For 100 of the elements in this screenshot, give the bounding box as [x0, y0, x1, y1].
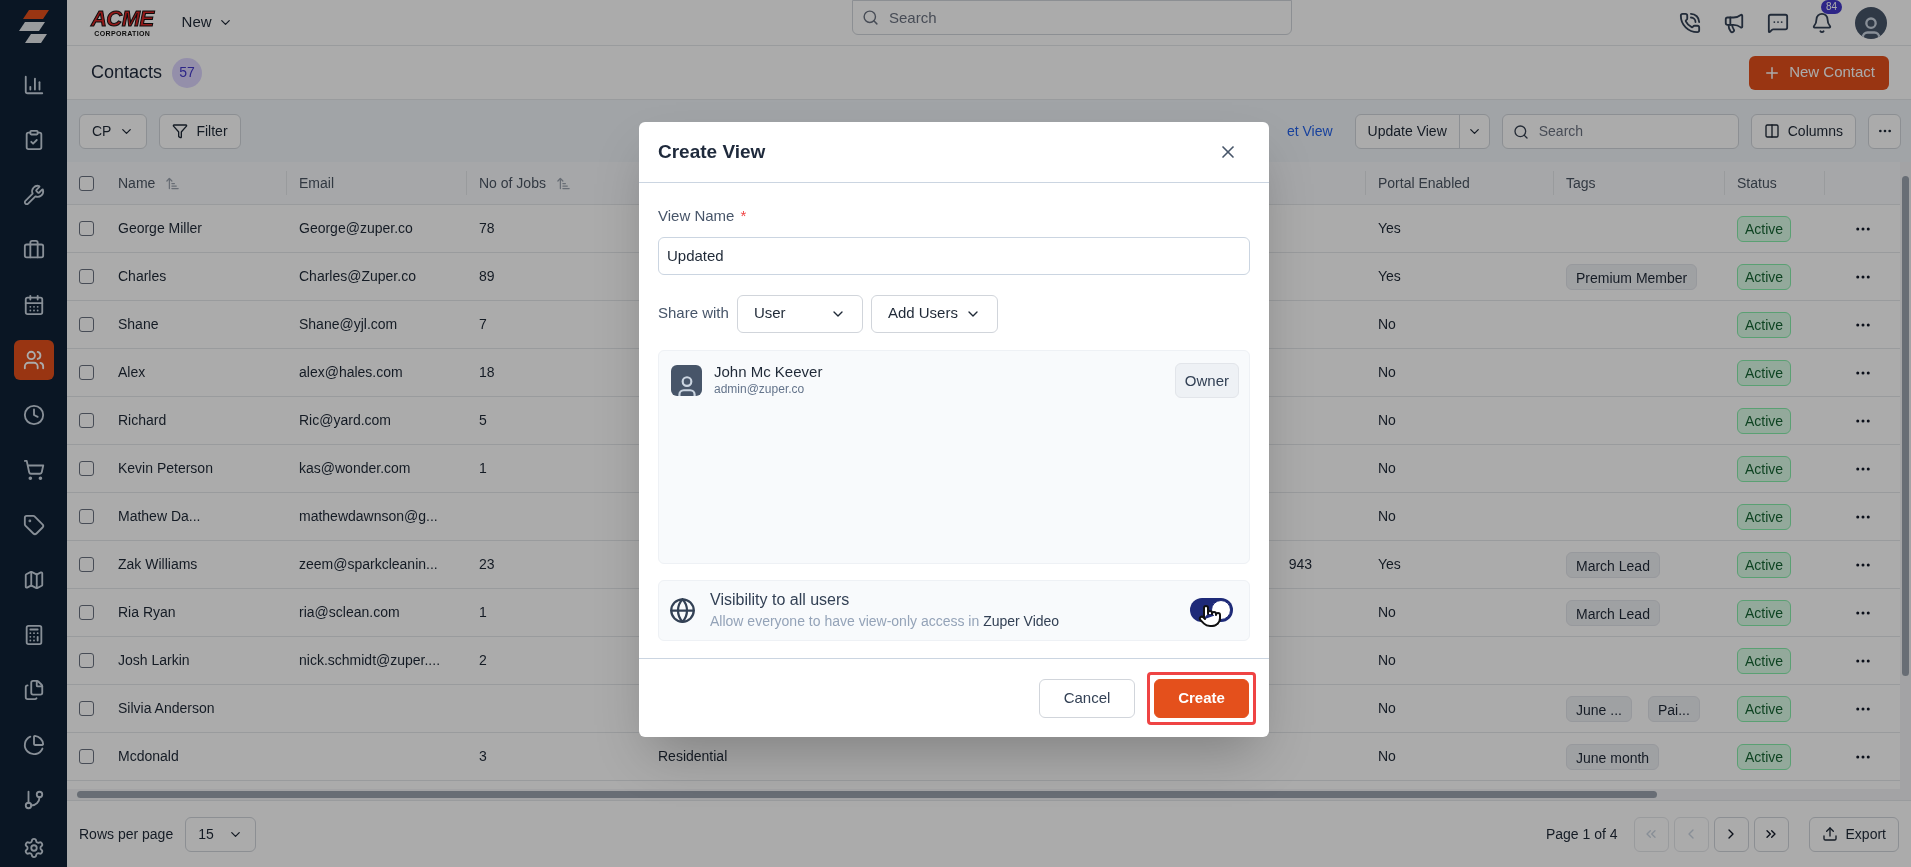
- table-cell: No: [1378, 748, 1396, 764]
- table-cell: Richard: [118, 412, 167, 428]
- checkbox[interactable]: [79, 605, 94, 620]
- add-users-select[interactable]: Add Users: [870, 294, 998, 333]
- table-cell: 7: [479, 316, 487, 332]
- table-cell: 1: [479, 460, 487, 476]
- table-cell: Zak Williams: [118, 556, 198, 572]
- chat-icon[interactable]: [1767, 11, 1789, 34]
- checkbox[interactable]: [79, 365, 94, 380]
- checkbox[interactable]: [79, 413, 94, 428]
- table-cell: 3: [479, 748, 487, 764]
- status-badge: Active: [1737, 503, 1792, 530]
- search-field[interactable]: Search: [852, 0, 1292, 35]
- table-cell: Residential: [658, 748, 728, 764]
- clock-icon: [22, 404, 45, 426]
- megaphone-icon[interactable]: [1723, 11, 1745, 34]
- filter-button[interactable]: Filter: [159, 113, 241, 149]
- tag-chip: Premium Member: [1566, 263, 1698, 290]
- table-cell: kas@wonder.com: [299, 460, 411, 476]
- view-select[interactable]: CP: [79, 113, 148, 149]
- column-header[interactable]: Status: [1737, 172, 1777, 194]
- table-cell: nick.schmidt@zuper....: [299, 652, 441, 668]
- role-badge: Owner: [1174, 362, 1239, 398]
- share-with-label: Share with: [658, 303, 729, 324]
- user-name: John Mc Keever: [714, 363, 823, 382]
- table-cell: No: [1378, 652, 1396, 668]
- notification-count: 84: [1821, 0, 1843, 14]
- visibility-title: Visibility to all users: [710, 589, 851, 610]
- avatar[interactable]: [1855, 6, 1887, 39]
- checkbox[interactable]: [79, 175, 94, 191]
- status-badge: Active: [1737, 695, 1792, 722]
- settings-icon[interactable]: [22, 837, 45, 859]
- pie-chart-icon: [22, 734, 45, 756]
- table-cell: No: [1378, 604, 1396, 620]
- table-cell: Ric@yard.com: [299, 412, 391, 428]
- rows-per-page-select[interactable]: 15: [185, 816, 256, 852]
- horizontal-scrollbar[interactable]: [67, 789, 1900, 800]
- table-cell: 2: [479, 652, 487, 668]
- vertical-scrollbar[interactable]: [1900, 162, 1911, 800]
- table-cell: Yes: [1378, 268, 1401, 284]
- branch-icon: [22, 789, 45, 811]
- table-cell: mathewdawnson@g...: [299, 508, 438, 524]
- table-cell: Shane: [118, 316, 159, 332]
- status-badge: Active: [1737, 743, 1792, 770]
- sidebar-item[interactable]: [13, 340, 54, 380]
- table-cell: Alex: [118, 364, 146, 380]
- table-cell: 23: [479, 556, 495, 572]
- column-header[interactable]: Email: [299, 172, 334, 194]
- checkbox[interactable]: [79, 653, 94, 668]
- status-badge: Active: [1737, 407, 1792, 434]
- new-menu[interactable]: New: [181, 11, 233, 34]
- table-cell: 18: [479, 364, 495, 380]
- export-button[interactable]: Export: [1808, 816, 1899, 852]
- tag-chip: June month: [1566, 743, 1660, 770]
- table-cell: No: [1378, 316, 1396, 332]
- status-badge: Active: [1737, 215, 1792, 242]
- table-cell: Yes: [1378, 220, 1401, 236]
- checkbox[interactable]: [79, 749, 94, 764]
- status-badge: Active: [1737, 359, 1792, 386]
- column-header[interactable]: Portal Enabled: [1378, 172, 1470, 194]
- role-select[interactable]: User: [736, 294, 863, 333]
- table-cell: 1: [479, 604, 487, 620]
- checkbox[interactable]: [79, 317, 94, 332]
- table-cell: zeem@sparkcleanin...: [299, 556, 438, 572]
- checkbox[interactable]: [79, 557, 94, 572]
- cancel-button[interactable]: Cancel: [1039, 678, 1135, 718]
- table-cell: Ria Ryan: [118, 604, 176, 620]
- search-icon: [1512, 123, 1529, 140]
- tag-chip: March Lead: [1566, 551, 1660, 578]
- status-badge: Active: [1737, 599, 1792, 626]
- files-icon: [22, 679, 45, 701]
- checkbox[interactable]: [79, 461, 94, 476]
- checkbox[interactable]: [79, 269, 94, 284]
- phone-icon[interactable]: [1679, 11, 1701, 34]
- table-cell: Silvia Anderson: [118, 700, 215, 716]
- column-header[interactable]: Name: [118, 172, 181, 194]
- update-view-button[interactable]: Update View: [1354, 113, 1490, 149]
- checkbox[interactable]: [79, 509, 94, 524]
- table-search-field[interactable]: Search: [1501, 113, 1739, 149]
- required-mark: *: [740, 206, 747, 226]
- table-cell: No: [1378, 508, 1396, 524]
- count-badge: 57: [172, 57, 203, 88]
- columns-button[interactable]: Columns: [1750, 113, 1856, 149]
- column-header[interactable]: No of Jobs: [479, 172, 571, 194]
- table-cell: Charles@Zuper.co: [299, 268, 416, 284]
- table-cell: George@zuper.co: [299, 220, 413, 236]
- pagination-button[interactable]: [1753, 816, 1789, 852]
- bell-icon[interactable]: [1811, 11, 1833, 34]
- table-cell: ria@sclean.com: [299, 604, 400, 620]
- tag-chip: June ...: [1566, 695, 1632, 722]
- create-button[interactable]: Create: [1154, 678, 1249, 718]
- columns-icon: [1763, 123, 1780, 139]
- user-email: admin@zuper.co: [714, 381, 806, 397]
- column-header[interactable]: Tags: [1566, 172, 1596, 194]
- reset-view-link[interactable]: et View: [1286, 120, 1333, 142]
- table-cell-text: 943: [1288, 555, 1312, 574]
- view-name-field[interactable]: Updated: [658, 236, 1250, 275]
- checkbox[interactable]: [79, 221, 94, 236]
- checkbox[interactable]: [79, 701, 94, 716]
- map-icon: [22, 569, 45, 591]
